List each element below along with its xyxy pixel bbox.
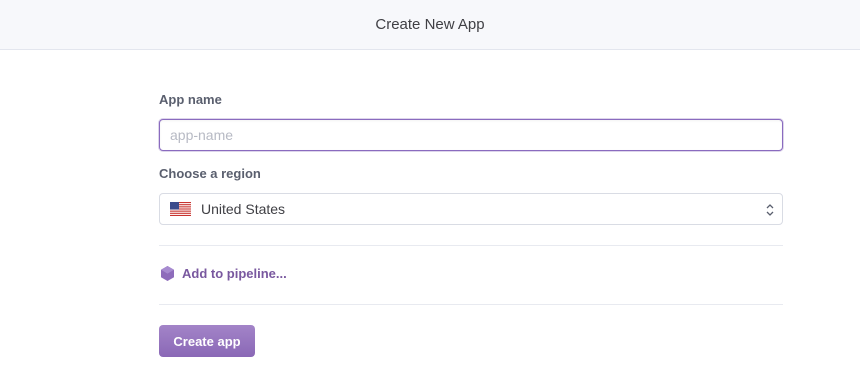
us-flag-icon: [170, 202, 191, 216]
region-label: Choose a region: [159, 166, 261, 181]
pipeline-hexagon-icon: [161, 266, 174, 281]
header-bar: Create New App: [0, 0, 860, 50]
create-app-button[interactable]: Create app: [159, 325, 255, 357]
region-select-value: United States: [201, 201, 286, 217]
add-to-pipeline-link[interactable]: Add to pipeline...: [159, 265, 287, 282]
divider: [159, 304, 783, 305]
app-name-input[interactable]: [159, 119, 783, 151]
divider: [159, 245, 783, 246]
add-to-pipeline-label: Add to pipeline...: [182, 266, 287, 281]
chevron-up-down-icon: [766, 204, 774, 216]
region-select[interactable]: United States: [159, 193, 783, 225]
page-title: Create New App: [375, 15, 485, 33]
app-name-label: App name: [159, 92, 222, 107]
